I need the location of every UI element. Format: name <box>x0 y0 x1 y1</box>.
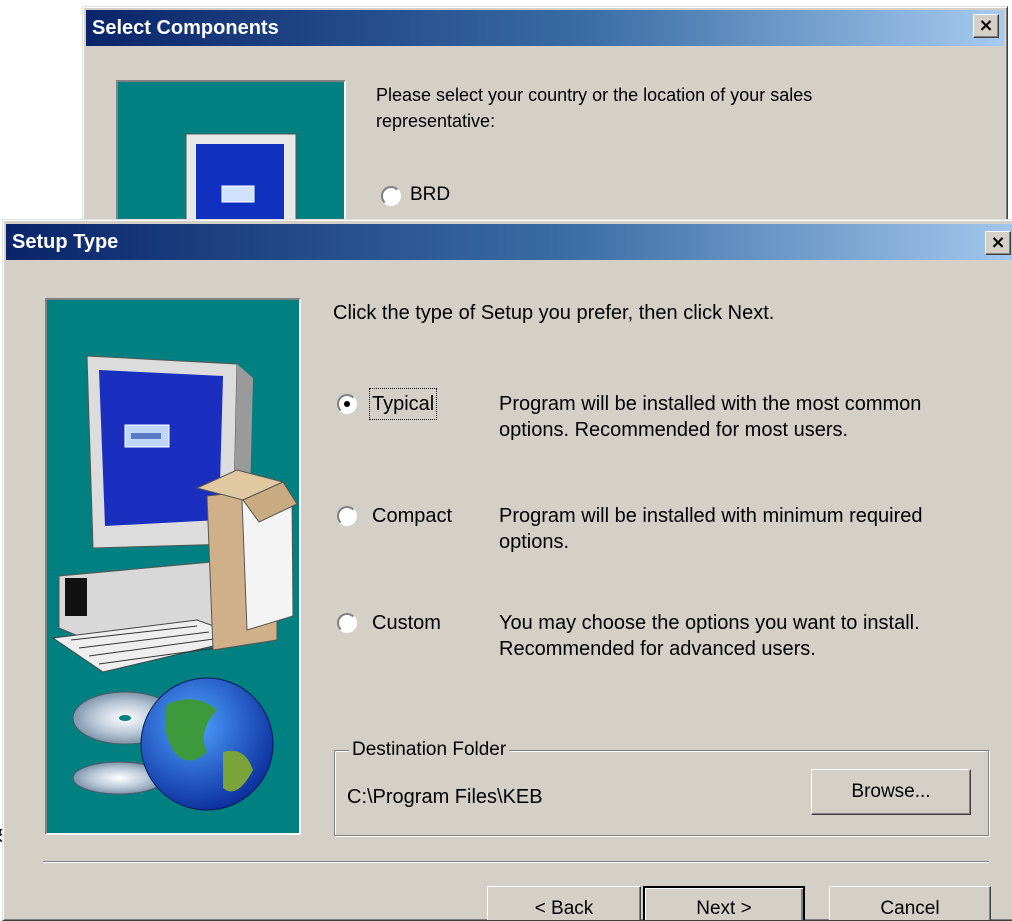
browse-button-label: Browse... <box>851 781 931 802</box>
radio-custom[interactable] <box>337 613 357 633</box>
back-button[interactable]: < Back <box>487 886 641 920</box>
close-icon: × <box>990 232 1006 253</box>
option-description-custom: You may choose the options you want to i… <box>499 612 920 660</box>
close-icon: × <box>978 15 994 36</box>
radio-label-custom[interactable]: Custom <box>372 610 441 636</box>
radio-compact[interactable] <box>337 506 357 526</box>
next-button[interactable]: Next > <box>643 886 805 920</box>
option-description-compact: Program will be installed with minimum r… <box>499 505 923 553</box>
wizard-illustration <box>45 298 301 835</box>
radio-label-compact[interactable]: Compact <box>372 503 452 529</box>
destination-path: C:\Program Files\KEB <box>347 786 543 808</box>
cancel-button-label: Cancel <box>880 898 940 919</box>
browse-button[interactable]: Browse... <box>811 769 971 815</box>
radio-selected-dot <box>344 401 350 407</box>
radio-brd[interactable] <box>381 186 401 206</box>
instruction-text: Please select your country or the locati… <box>376 85 813 131</box>
window-title: Setup Type <box>12 230 119 253</box>
cancel-button[interactable]: Cancel <box>829 886 991 920</box>
setup-illustration <box>51 355 298 811</box>
window-title: Select Components <box>92 16 279 39</box>
title-bar[interactable]: Setup Type <box>6 224 1012 260</box>
box-icon <box>195 469 298 651</box>
next-button-label: Next > <box>696 898 752 919</box>
instruction-text: Click the type of Setup you prefer, then… <box>333 302 775 324</box>
back-button-label: < Back <box>534 898 594 919</box>
radio-label-typical[interactable]: Typical <box>368 388 438 420</box>
destination-folder-legend: Destination Folder <box>349 738 510 762</box>
setup-type-window: Setup Type × Click the type of Setup you… <box>2 219 1012 921</box>
radio-label-brd[interactable]: BRD <box>410 182 450 208</box>
separator <box>43 861 989 863</box>
close-button[interactable]: × <box>985 231 1011 255</box>
title-bar[interactable]: Select Components <box>86 10 1004 46</box>
close-button[interactable]: × <box>973 14 999 38</box>
radio-typical[interactable] <box>337 394 357 414</box>
option-description-typical: Program will be installed with the most … <box>499 393 922 441</box>
